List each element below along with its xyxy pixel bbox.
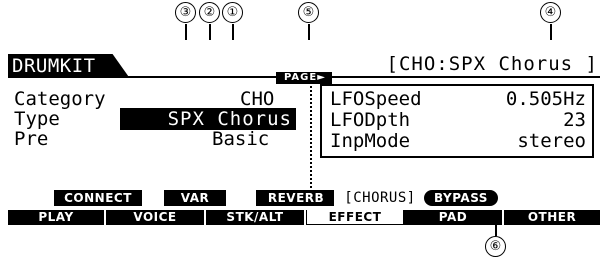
callout-1: ① [222, 2, 243, 23]
parameter-row[interactable]: LFOSpeed 0.505Hz [330, 88, 586, 110]
callout-4: ④ [540, 2, 561, 23]
parameter-label: LFOSpeed [330, 88, 422, 110]
callout-3: ③ [175, 2, 196, 23]
sub-tab-bar: CONNECT VAR REVERB [CHORUS] BYPASS [52, 190, 609, 206]
parameter-box: LFOSpeed 0.505Hz LFODpth 23 InpMode ster… [320, 84, 594, 158]
tab-label: PLAY [38, 210, 74, 224]
type-value-field[interactable]: SPX Chorus [120, 108, 296, 130]
type-label: Type [14, 108, 60, 130]
panel-divider [310, 86, 312, 196]
tab-voice[interactable]: VOICE [106, 210, 204, 225]
parameter-row[interactable]: LFODpth 23 [330, 109, 586, 131]
pre-label: Pre [14, 128, 49, 150]
tab-effect[interactable]: EFFECT [306, 210, 404, 225]
sub-tab-var[interactable]: VAR [164, 190, 226, 206]
effect-path-display: [CHO:SPX Chorus ] [382, 52, 598, 76]
sub-tab-chorus[interactable]: [CHORUS] [334, 190, 426, 206]
parameter-label: InpMode [330, 130, 411, 152]
tab-label: PAD [438, 210, 468, 224]
main-tab-bar: PLAY VOICE STK/ALT EFFECT PAD OTHER [8, 210, 600, 226]
tab-other[interactable]: OTHER [504, 210, 600, 225]
callout-2: ② [199, 2, 220, 23]
sub-tab-reverb[interactable]: REVERB [256, 190, 336, 206]
bypass-button[interactable]: BYPASS [424, 190, 498, 206]
tab-label: STK/ALT [226, 210, 284, 224]
parameter-value[interactable]: 23 [563, 109, 586, 131]
tab-play[interactable]: PLAY [8, 210, 104, 225]
tab-pad[interactable]: PAD [404, 210, 502, 225]
category-label: Category [14, 88, 106, 110]
parameter-value[interactable]: stereo [517, 130, 586, 152]
callout-5: ⑤ [298, 2, 319, 23]
sub-tab-connect[interactable]: CONNECT [54, 190, 142, 206]
tab-label: VOICE [133, 210, 177, 224]
tab-label: EFFECT [328, 210, 382, 224]
callout-6: ⑥ [485, 236, 506, 257]
lcd-screen: DRUMKIT [CHO:SPX Chorus ] PAGE► Category… [8, 40, 600, 225]
parameter-value[interactable]: 0.505Hz [506, 88, 586, 110]
title-divider [128, 76, 600, 78]
page-indicator[interactable]: PAGE► [276, 72, 332, 84]
tab-label: OTHER [527, 210, 577, 224]
tab-stk-alt[interactable]: STK/ALT [206, 210, 304, 225]
category-value[interactable]: CHO [240, 88, 274, 110]
parameter-row[interactable]: InpMode stereo [330, 130, 586, 152]
parameter-label: LFODpth [330, 109, 411, 131]
screen-title: DRUMKIT [8, 54, 130, 78]
pre-value[interactable]: Basic [212, 128, 269, 150]
